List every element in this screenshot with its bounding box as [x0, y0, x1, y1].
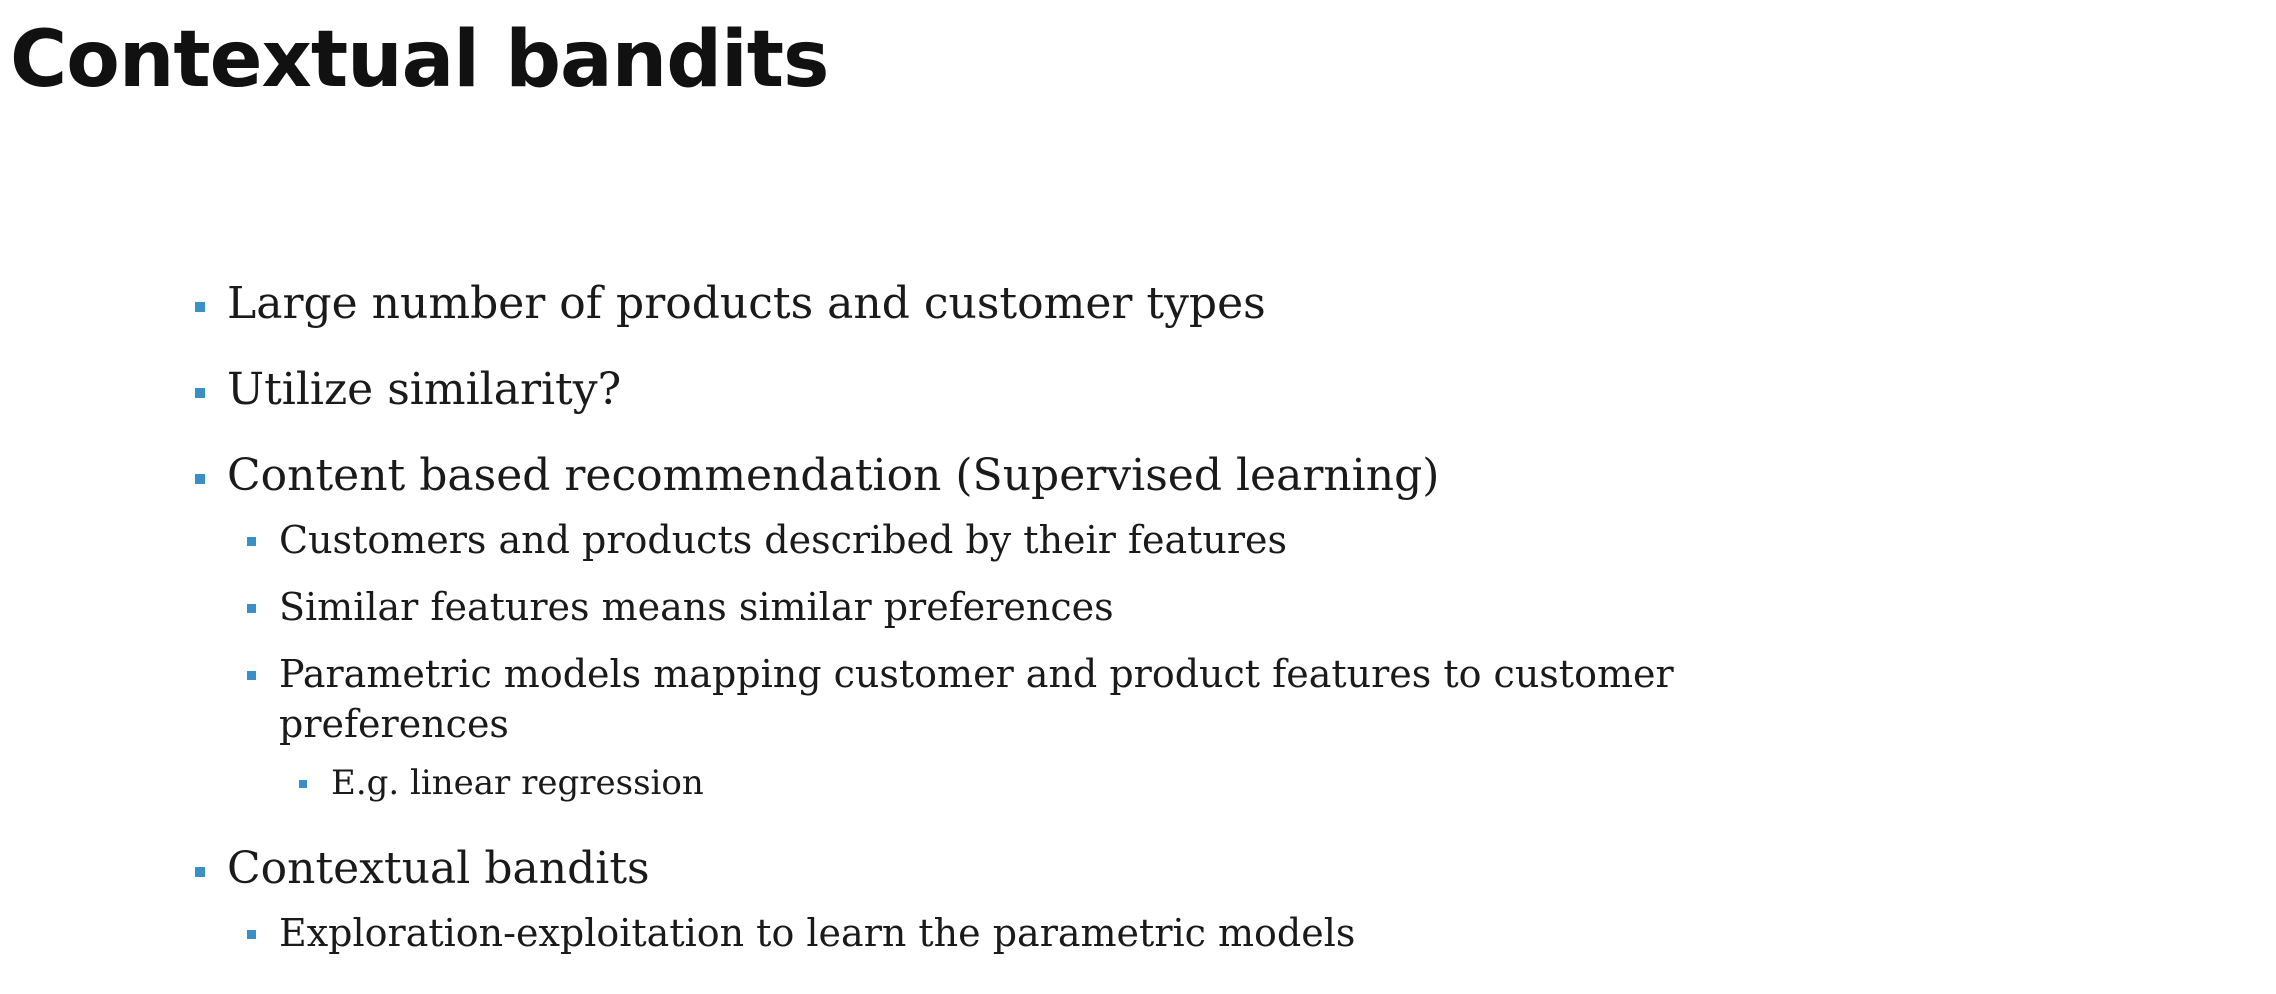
square-bullet-icon: [247, 537, 256, 546]
bullet-text: Contextual bandits: [227, 843, 650, 894]
sub-bullet-item: Customers and products described by thei…: [247, 515, 1288, 565]
bullet-text: Large number of products and customer ty…: [227, 278, 1266, 329]
square-bullet-icon: [195, 302, 205, 312]
bullet-text: Content based recommendation (Supervised…: [227, 450, 1440, 501]
square-bullet-icon: [195, 867, 205, 877]
sub-bullet-item: Exploration-exploitation to learn the pa…: [247, 908, 1356, 958]
square-bullet-icon: [247, 604, 256, 613]
bullet-item: Utilize similarity?: [195, 362, 622, 418]
bullet-item: Content based recommendation (Supervised…: [195, 448, 1440, 504]
bullet-text: Customers and products described by thei…: [279, 518, 1288, 562]
bullet-text: Parametric models mapping customer and p…: [279, 652, 1674, 746]
bullet-list: Large number of products and customer ty…: [0, 0, 2276, 994]
square-bullet-icon: [299, 780, 307, 788]
square-bullet-icon: [195, 388, 205, 398]
sub-bullet-item: Similar features means similar preferenc…: [247, 582, 1114, 632]
bullet-item: Large number of products and customer ty…: [195, 276, 1266, 332]
bullet-text: Exploration-exploitation to learn the pa…: [279, 911, 1356, 955]
bullet-text: Similar features means similar preferenc…: [279, 585, 1114, 629]
sub-sub-bullet-item: E.g. linear regression: [299, 761, 704, 805]
sub-bullet-item: Parametric models mapping customer and p…: [247, 649, 1839, 749]
square-bullet-icon: [195, 474, 205, 484]
slide: Contextual bandits Large number of produ…: [0, 0, 2276, 994]
square-bullet-icon: [247, 930, 256, 939]
bullet-text: E.g. linear regression: [331, 763, 704, 803]
bullet-text: Utilize similarity?: [227, 364, 622, 415]
square-bullet-icon: [247, 671, 256, 680]
bullet-item: Contextual bandits: [195, 841, 650, 897]
